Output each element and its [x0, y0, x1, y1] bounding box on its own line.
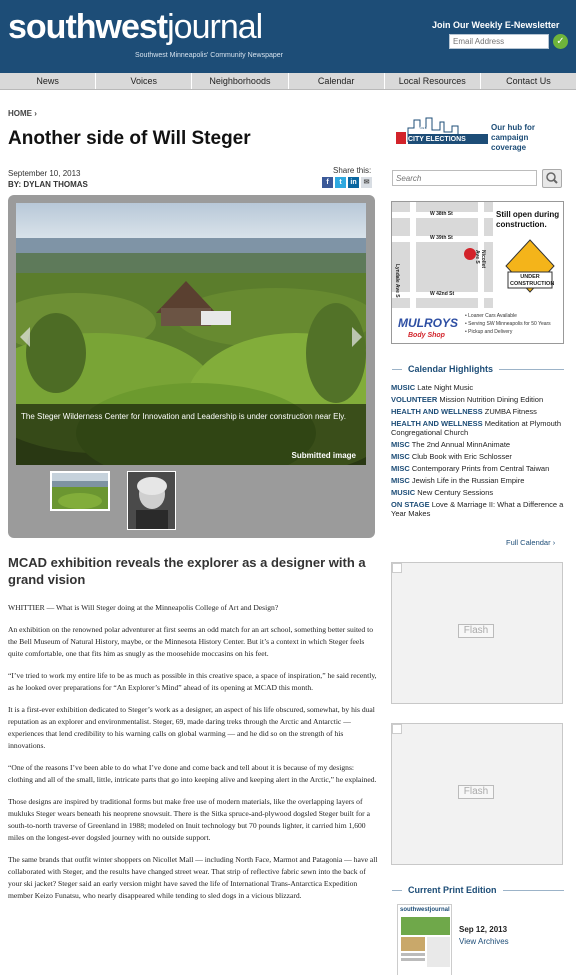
linkedin-icon[interactable]: in — [348, 177, 359, 188]
article-paragraph: Those designs are inspired by traditiona… — [8, 797, 370, 842]
flash-ad-placeholder[interactable]: Flash — [391, 562, 563, 704]
street-label: Lyndale Ave S — [394, 264, 400, 298]
advertisement-mulroys[interactable]: W 38th St W 39th St W 42nd St Lyndale Av… — [391, 201, 564, 344]
article-body: WHITTIER — What is Will Steger doing at … — [8, 602, 378, 912]
elections-label: CITY ELECTIONS — [408, 136, 466, 143]
street-label: W 42nd St — [430, 291, 455, 297]
article-date: September 10, 2013 — [8, 169, 81, 178]
search-button[interactable] — [542, 169, 562, 188]
article-paragraph: “I’ve tried to work my entire life to be… — [8, 671, 377, 692]
calendar-item[interactable]: HEALTH AND WELLNESS Meditation at Plymou… — [391, 419, 566, 437]
gallery-photo: The Steger Wilderness Center for Innovat… — [16, 203, 366, 465]
email-field[interactable] — [449, 34, 549, 49]
ad-map: W 38th St W 39th St W 42nd St Lyndale Av… — [392, 202, 493, 308]
facebook-icon[interactable]: f — [322, 177, 333, 188]
calendar-item[interactable]: ON STAGE Love & Marriage II: What a Diff… — [391, 500, 566, 518]
flash-label: Flash — [458, 624, 494, 638]
masthead: southwestjournal Southwest Minneapolis' … — [0, 0, 576, 73]
previous-arrow-icon[interactable] — [20, 327, 30, 347]
ad-headline: Still open during construction. — [496, 210, 560, 229]
search-input[interactable] — [392, 170, 537, 186]
main-nav: News Voices Neighborhoods Calendar Local… — [0, 73, 576, 90]
nav-calendar[interactable]: Calendar — [289, 73, 385, 89]
elections-year: 2013 — [416, 127, 430, 133]
calendar-item[interactable]: MUSIC Late Night Music — [391, 383, 566, 392]
mulroys-logo: MULROYS — [398, 316, 458, 330]
gallery-thumbnail-portrait[interactable] — [127, 471, 176, 530]
mulroys-subtitle: Body Shop — [408, 332, 445, 339]
ad-bullets: • Loaner Cars Available • Serving SW Min… — [465, 313, 551, 335]
article-byline: BY: DYLAN THOMAS — [8, 180, 88, 189]
ad-footer: MULROYS Body Shop • Loaner Cars Availabl… — [392, 308, 563, 343]
next-arrow-icon[interactable] — [352, 327, 362, 347]
chevron-right-icon: › — [32, 109, 37, 118]
calendar-item[interactable]: MUSIC New Century Sessions — [391, 488, 566, 497]
flash-label: Flash — [458, 785, 494, 799]
print-edition-cover[interactable]: southwestjournal — [397, 904, 452, 975]
nav-contact-us[interactable]: Contact Us — [481, 73, 576, 89]
calendar-highlights-heading: Calendar Highlights — [392, 364, 564, 374]
view-archives-link[interactable]: View Archives — [459, 937, 509, 946]
flash-ad-placeholder[interactable]: Flash — [391, 723, 563, 865]
calendar-list: MUSIC Late Night Music VOLUNTEER Mission… — [391, 383, 566, 521]
article-paragraph: An exhibition on the renowned polar adve… — [8, 625, 374, 658]
calendar-item[interactable]: HEALTH AND WELLNESS ZUMBA Fitness — [391, 407, 566, 416]
email-icon[interactable]: ✉ — [361, 177, 372, 188]
nav-voices[interactable]: Voices — [96, 73, 193, 89]
search-icon — [546, 172, 558, 184]
full-calendar-link[interactable]: Full Calendar › — [506, 538, 555, 547]
street-label: W 38th St — [430, 211, 453, 217]
article-paragraph: The same brands that outfit winter shopp… — [8, 855, 378, 900]
construction-sign-text: UNDER CONSTRUCTION — [510, 274, 555, 287]
nav-news[interactable]: News — [0, 73, 97, 89]
photo-credit: Submitted image — [291, 451, 356, 460]
gallery-thumbnail-forest[interactable] — [50, 471, 110, 511]
calendar-item[interactable]: MISC Contemporary Prints from Central Ta… — [391, 464, 566, 473]
enewsletter-title: Join Our Weekly E-Newsletter — [432, 20, 560, 30]
city-elections-banner[interactable]: 2013 CITY ELECTIONS Our hub for campaign… — [394, 114, 564, 152]
calendar-item[interactable]: MISC Jewish Life in the Russian Empire — [391, 476, 566, 485]
article-paragraph: It is a first-ever exhibition dedicated … — [8, 705, 375, 750]
share-icons: f t in ✉ — [322, 177, 372, 188]
photo-caption: The Steger Wilderness Center for Innovat… — [16, 404, 366, 465]
nav-neighborhoods[interactable]: Neighborhoods — [192, 73, 289, 89]
photo-gallery: The Steger Wilderness Center for Innovat… — [8, 195, 375, 538]
article-subhead: MCAD exhibition reveals the explorer as … — [8, 555, 366, 587]
calendar-item[interactable]: VOLUNTEER Mission Nutrition Dining Editi… — [391, 395, 566, 404]
street-label: Nicollet Ave S — [474, 250, 486, 269]
twitter-icon[interactable]: t — [335, 177, 346, 188]
street-label: W 39th St — [430, 235, 453, 241]
article-paragraph: WHITTIER — What is Will Steger doing at … — [8, 603, 279, 612]
article-title: Another side of Will Steger — [8, 128, 251, 149]
subscribe-checkmark-icon[interactable]: ✓ — [553, 34, 568, 49]
calendar-item[interactable]: MISC Club Book with Eric Schlosser — [391, 452, 566, 461]
calendar-item[interactable]: MISC The 2nd Annual MinnAnimate — [391, 440, 566, 449]
nav-local-resources[interactable]: Local Resources — [385, 73, 481, 89]
article-paragraph: “One of the reasons I’ve been able to do… — [8, 763, 377, 784]
breadcrumb[interactable]: HOME › — [8, 109, 37, 118]
site-tagline: Southwest Minneapolis' Community Newspap… — [135, 52, 284, 59]
current-print-edition-heading: Current Print Edition — [392, 885, 564, 895]
elections-tagline: Our hub for campaign coverage — [491, 123, 535, 152]
caption-text: The Steger Wilderness Center for Innovat… — [21, 412, 346, 421]
site-logo[interactable]: southwestjournal — [8, 10, 263, 44]
share-label: Share this: — [333, 166, 372, 175]
print-edition-date: Sep 12, 2013 — [459, 925, 508, 934]
